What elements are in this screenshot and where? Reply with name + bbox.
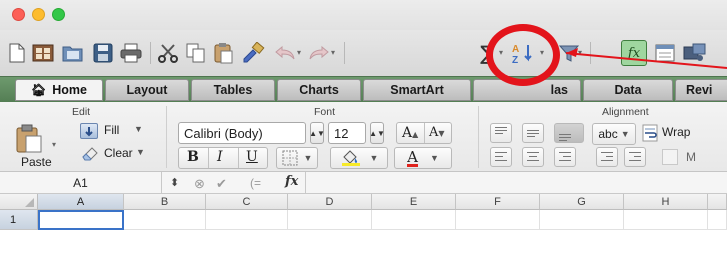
annotation-arrow (565, 48, 727, 69)
